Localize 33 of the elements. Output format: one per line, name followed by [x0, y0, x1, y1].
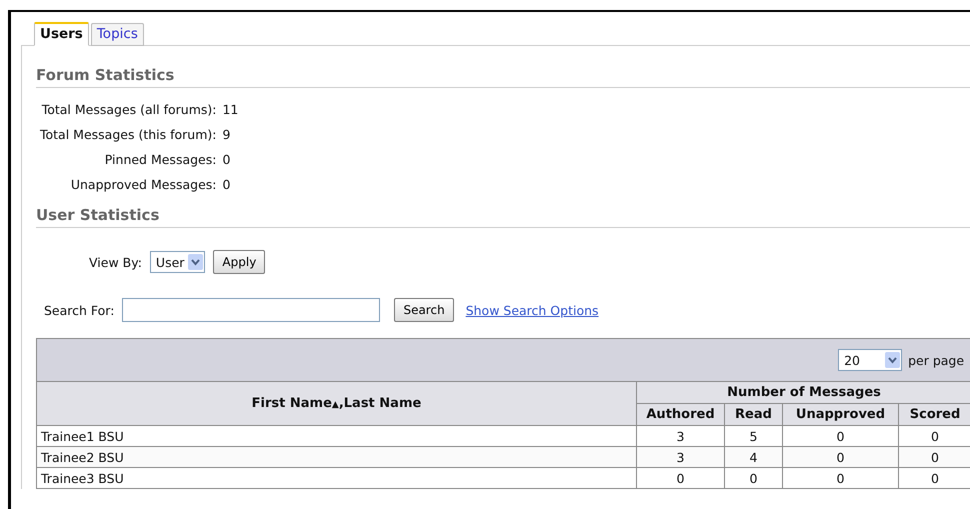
search-button[interactable]: Search — [394, 298, 454, 322]
dropdown-caret-icon[interactable] — [188, 254, 204, 270]
table-cell: Trainee3 BSU — [36, 468, 636, 488]
column-header: Read — [724, 404, 782, 426]
table-cell: 0 — [636, 468, 724, 488]
dropdown-caret-icon[interactable] — [885, 352, 900, 368]
section-heading: Forum Statistics — [36, 66, 970, 88]
per-page-select[interactable]: 20 — [838, 349, 902, 371]
search-label: Search For: — [44, 302, 114, 318]
section-heading: User Statistics — [36, 206, 970, 228]
stat-label: Pinned Messages: — [104, 151, 216, 169]
stat-label: Total Messages (all forums): — [40, 101, 216, 119]
column-header: Authored — [636, 404, 724, 426]
column-header: Scored — [898, 404, 970, 426]
tab[interactable]: Topics — [90, 23, 144, 46]
group-header: Number of Messages — [636, 382, 970, 404]
stat-value: 11 — [222, 101, 238, 119]
show-search-options-link[interactable]: Show Search Options — [466, 302, 599, 318]
view-by-label: View By: — [89, 254, 142, 270]
stat-value: 0 — [222, 151, 232, 169]
search-field[interactable] — [122, 298, 380, 322]
table-cell: 0 — [782, 468, 898, 488]
stat-label: Unapproved Messages: — [70, 176, 216, 194]
column-header: Unapproved — [782, 404, 898, 426]
per-page-label: per page — [908, 352, 964, 368]
table-cell: 0 — [724, 468, 782, 488]
stat-value: 9 — [222, 126, 232, 144]
apply-button[interactable]: Apply — [213, 250, 266, 274]
stat-label: Total Messages (this forum): — [40, 126, 216, 144]
name-column-header[interactable]: First Name▲,Last Name — [36, 382, 636, 426]
tab[interactable]: Users — [34, 22, 89, 46]
view-by-select[interactable]: User — [150, 251, 206, 273]
stat-value: 0 — [222, 176, 232, 194]
